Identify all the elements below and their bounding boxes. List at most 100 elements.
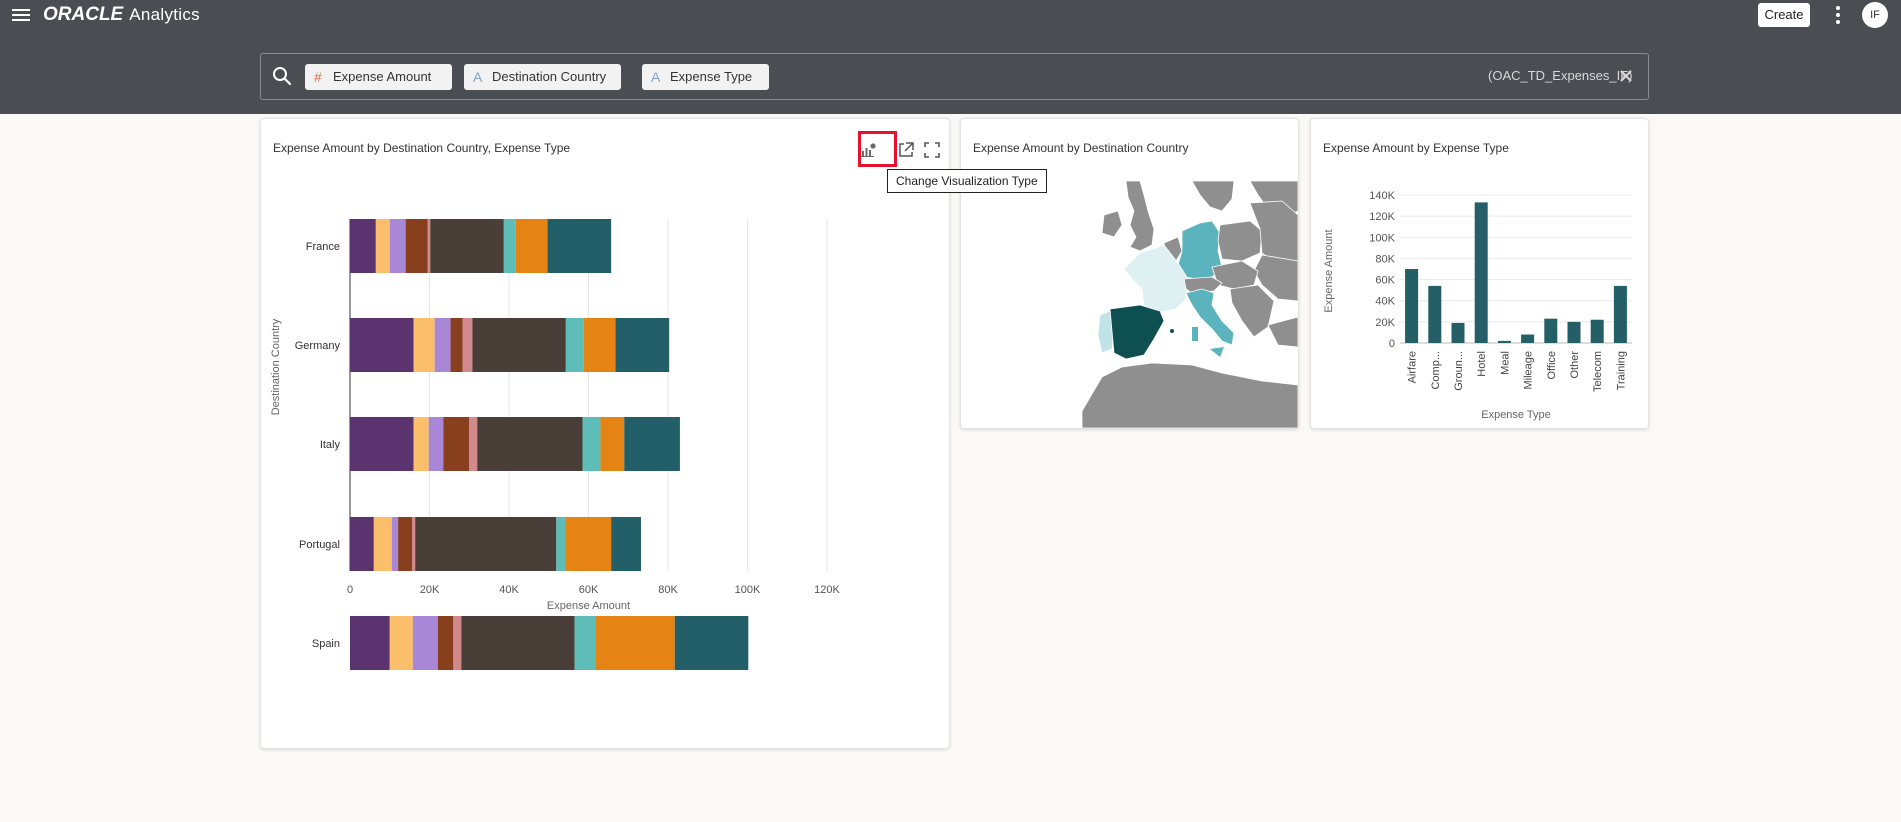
stacked-bar-chart[interactable]: 0 20K 40K 60K 80K 100K 120K Expense Amount Desti… <box>261 219 951 739</box>
x-tick-label: Mileage <box>1523 351 1535 390</box>
column-bar[interactable] <box>1474 202 1488 343</box>
bar-segment[interactable] <box>472 318 566 372</box>
search-bar[interactable]: # Expense Amount A Destination Country A… <box>260 53 1649 100</box>
bar-segment[interactable] <box>477 417 583 471</box>
maximize-icon[interactable] <box>921 139 943 161</box>
bar-segment[interactable] <box>611 517 641 571</box>
viz-card-stacked-bar[interactable]: Expense Amount by Destination Country, E… <box>260 118 950 749</box>
column-bar[interactable] <box>1544 318 1558 343</box>
column-bar[interactable] <box>1521 334 1535 343</box>
map-region-sardinia[interactable] <box>1192 327 1198 341</box>
bar-segment[interactable] <box>515 219 548 273</box>
bar-segment[interactable] <box>674 616 749 670</box>
bar-segment[interactable] <box>428 417 444 471</box>
x-tick-label: Other <box>1569 351 1581 379</box>
bar-segment[interactable] <box>427 219 431 273</box>
category-label: Germany <box>295 340 341 352</box>
category-label: Spain <box>312 638 340 650</box>
bar-segment[interactable] <box>413 318 435 372</box>
bar-segment[interactable] <box>415 517 557 571</box>
bar-segment[interactable] <box>462 318 473 372</box>
x-tick-label: 0 <box>347 584 353 596</box>
bar-segment[interactable] <box>350 318 414 372</box>
bar-segment[interactable] <box>574 616 596 670</box>
x-tick-label: 120K <box>814 584 840 596</box>
x-tick-label: 100K <box>735 584 761 596</box>
bar-segment[interactable] <box>350 219 376 273</box>
bar-segment[interactable] <box>600 417 625 471</box>
viz-title: Expense Amount by Destination Country <box>973 141 1189 155</box>
bar-segment[interactable] <box>624 417 680 471</box>
category-label: Italy <box>320 439 341 451</box>
bar-segment[interactable] <box>375 219 390 273</box>
bar-segment[interactable] <box>565 318 584 372</box>
bar-segment[interactable] <box>582 417 601 471</box>
y-tick-label: 120K <box>1369 211 1395 223</box>
bar-segment[interactable] <box>350 517 374 571</box>
change-visualization-type-icon[interactable] <box>857 139 879 161</box>
column-bar[interactable] <box>1590 319 1604 343</box>
bar-segment[interactable] <box>595 616 675 670</box>
bar-segment[interactable] <box>405 219 428 273</box>
bar-segment[interactable] <box>391 517 399 571</box>
column-chart[interactable]: 0 20K 40K 60K 80K 100K 120K 140K Airfare Comp... G… <box>1311 159 1650 429</box>
bar-segment[interactable] <box>434 318 451 372</box>
bar-segment[interactable] <box>350 616 390 670</box>
bar-segment[interactable] <box>453 616 462 670</box>
bar-segment[interactable] <box>461 616 575 670</box>
column-bar[interactable] <box>1497 340 1511 343</box>
bar-segment[interactable] <box>583 318 616 372</box>
column-bar[interactable] <box>1405 269 1419 343</box>
bar-segment[interactable] <box>398 517 413 571</box>
bar-segment[interactable] <box>556 517 566 571</box>
viz-card-column[interactable]: Expense Amount by Expense Type 0 20K 40K 60… <box>1310 118 1649 429</box>
y-axis-title: Destination Country <box>270 318 282 415</box>
more-options-icon[interactable] <box>1830 3 1846 27</box>
column-bar[interactable] <box>1567 321 1581 343</box>
create-button[interactable]: Create <box>1758 3 1810 27</box>
x-tick-label: Comp... <box>1430 351 1442 390</box>
bar-segment[interactable] <box>412 616 438 670</box>
column-bar[interactable] <box>1613 285 1627 343</box>
oracle-analytics-logo[interactable]: ORACLE Analytics <box>43 4 200 26</box>
search-pill-expense-amount[interactable]: # Expense Amount <box>305 64 452 90</box>
bar-segment[interactable] <box>443 417 470 471</box>
user-avatar[interactable]: IF <box>1862 2 1888 28</box>
pill-label: Expense Type <box>670 69 753 84</box>
bar-segment[interactable] <box>450 318 463 372</box>
bar-segment[interactable] <box>430 219 504 273</box>
x-tick-label: Training <box>1615 351 1627 390</box>
bar-segment[interactable] <box>389 616 413 670</box>
bar-segment[interactable] <box>547 219 612 273</box>
column-bar[interactable] <box>1428 285 1442 343</box>
viz-card-map[interactable]: Expense Amount by Destination Country <box>960 118 1299 429</box>
bar-segment[interactable] <box>389 219 406 273</box>
map-region-mallorca[interactable] <box>1170 329 1174 333</box>
x-tick-label: Office <box>1546 351 1558 380</box>
x-tick-label: Telecom <box>1592 351 1604 392</box>
open-in-new-icon[interactable] <box>895 139 917 161</box>
hamburger-menu-icon[interactable] <box>10 4 32 26</box>
bar-segment[interactable] <box>413 417 429 471</box>
x-tick-label: Airfare <box>1407 351 1419 383</box>
column-bar[interactable] <box>1451 322 1465 343</box>
bar-segment[interactable] <box>412 517 416 571</box>
bar-segment[interactable] <box>373 517 392 571</box>
y-tick-label: 40K <box>1375 296 1395 308</box>
search-icon[interactable] <box>271 65 293 87</box>
bar-segment[interactable] <box>350 417 414 471</box>
y-tick-label: 100K <box>1369 232 1395 244</box>
viz-title: Expense Amount by Expense Type <box>1323 141 1509 155</box>
measure-type-icon: # <box>314 69 322 85</box>
bar-segment[interactable] <box>437 616 454 670</box>
y-tick-label: 0 <box>1389 338 1395 350</box>
search-pill-destination-country[interactable]: A Destination Country <box>464 64 621 90</box>
close-icon[interactable] <box>1618 68 1634 84</box>
europe-map[interactable] <box>1082 181 1298 428</box>
bar-segment[interactable] <box>503 219 516 273</box>
bar-segment[interactable] <box>615 318 670 372</box>
bar-segment[interactable] <box>565 517 612 571</box>
bar-segment[interactable] <box>469 417 478 471</box>
logo-product: Analytics <box>129 5 200 24</box>
search-pill-expense-type[interactable]: A Expense Type <box>642 64 769 90</box>
